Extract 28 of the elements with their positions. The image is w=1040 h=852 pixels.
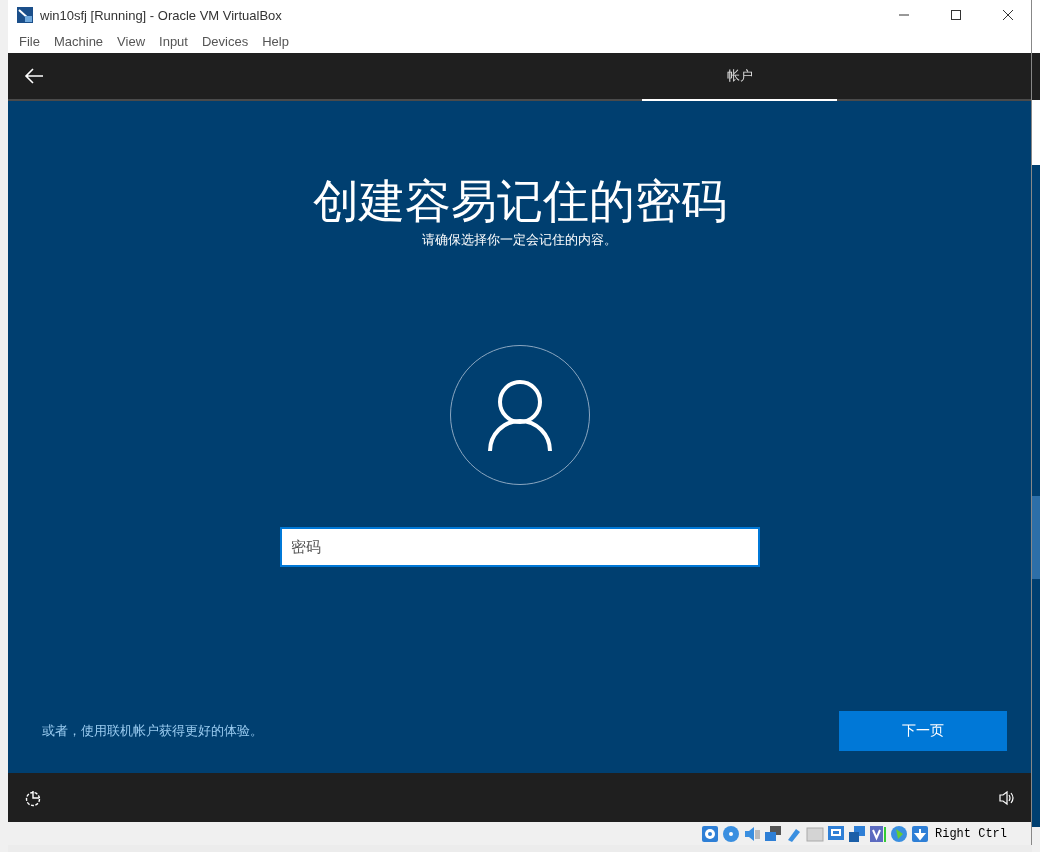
host-key-label: Right Ctrl [935, 826, 1007, 841]
menu-item[interactable]: Input [152, 34, 195, 49]
page-heading: 创建容易记住的密码 [312, 173, 727, 229]
window-title: win10sfj [Running] - Oracle VM VirtualBox [40, 7, 283, 23]
menu-item[interactable]: File [12, 34, 47, 49]
menu-item[interactable]: Devices [194, 34, 256, 49]
disc-icon[interactable] [722, 824, 740, 843]
menu-item[interactable]: Machine [46, 34, 111, 49]
next-button[interactable]: 下一页 [839, 711, 1007, 751]
password-field[interactable]: 密码 [279, 527, 760, 567]
app-icon [16, 6, 34, 24]
download-icon[interactable] [911, 824, 929, 843]
maximize-icon [950, 9, 962, 21]
menu-item[interactable]: Help [255, 34, 296, 49]
account-tab[interactable]: 帐户 [642, 53, 837, 101]
volume-icon[interactable] [999, 789, 1015, 806]
menu-item[interactable]: View [110, 34, 153, 49]
chevron-box-icon[interactable] [869, 824, 887, 843]
accessibility-icon[interactable] [24, 788, 42, 807]
page-subheading: 请确保选择你一定会记住的内容。 [422, 231, 617, 249]
close-icon [1002, 9, 1014, 21]
online-account-link[interactable]: 或者，使用联机帐户获得更好的体验。 [42, 722, 263, 740]
monitor-icon[interactable] [827, 824, 845, 843]
user-avatar-icon [449, 345, 590, 485]
windows-icon[interactable] [848, 824, 866, 843]
back-arrow-icon [24, 68, 44, 84]
monitors-icon[interactable] [764, 824, 782, 843]
speaker-icon[interactable] [743, 824, 761, 843]
